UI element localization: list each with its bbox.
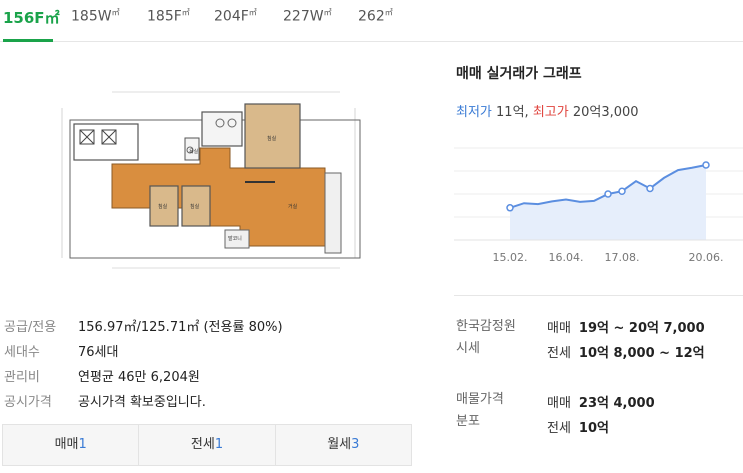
price-chart[interactable]: 15.02. 16.04. 17.08. 20.06. <box>454 140 743 270</box>
tab-size-185w[interactable]: 185W㎡ <box>71 7 120 25</box>
info-value: 156.97㎡/125.71㎡ (전용률 80%) <box>78 320 283 335</box>
room-label: 욕실 <box>189 148 199 155</box>
min-price-label: 최저가 <box>456 105 492 120</box>
size-tabs: 156F㎡ 185W㎡ 185F㎡ 204F㎡ 227W㎡ 262㎡ <box>0 0 743 42</box>
room-bathroom <box>201 111 243 147</box>
chart-point[interactable] <box>506 204 514 212</box>
listing-sale-price: 매매 23억 4,000 <box>547 396 655 411</box>
info-value: 76세대 <box>78 345 119 360</box>
info-label: 공급/전용 <box>4 320 57 335</box>
room-label: 침실 <box>158 203 168 210</box>
price-separator: , <box>524 105 529 120</box>
info-value: 공시가격 확보중입니다. <box>78 395 206 410</box>
chart-point[interactable] <box>646 184 654 193</box>
max-price-label: 최고가 <box>532 105 569 120</box>
room-label: 침실 <box>190 203 200 210</box>
section-divider <box>454 295 743 296</box>
min-price-value: 11억 <box>496 105 525 120</box>
chart-area <box>510 165 706 240</box>
chart-title: 매매 실거래가 그래프 <box>456 66 582 82</box>
tab-size-156f[interactable]: 156F㎡ <box>3 7 60 28</box>
kab-price-label: 한국감정원 시세 <box>456 319 516 356</box>
chart-point[interactable] <box>604 190 612 198</box>
elevator-block <box>73 123 139 161</box>
deal-type-tabs: 매매1 전세1 월세3 <box>2 424 412 466</box>
info-row-households: 세대수 76세대 <box>4 341 118 360</box>
chart-point[interactable] <box>702 161 710 169</box>
tab-size-204f[interactable]: 204F㎡ <box>214 7 257 25</box>
kab-sale-price: 매매 19억 ~ 20억 7,000 <box>547 321 705 336</box>
info-row-public-price: 공시가격 공시가격 확보중입니다. <box>4 391 206 410</box>
chart-point[interactable] <box>618 187 626 195</box>
info-value: 연평균 46만 6,204원 <box>78 370 200 385</box>
chart-tick-label: 16.04. <box>549 251 584 264</box>
listing-lease-price: 전세 10억 <box>547 421 609 436</box>
balcony <box>324 172 342 254</box>
tab-size-185f[interactable]: 185F㎡ <box>147 7 190 25</box>
room-label: 거실 <box>288 203 298 210</box>
tab-sale[interactable]: 매매1 <box>3 425 140 465</box>
info-label: 관리비 <box>4 370 40 385</box>
info-row-area: 공급/전용 156.97㎡/125.71㎡ (전용률 80%) <box>4 316 283 335</box>
active-tab-indicator <box>3 39 53 42</box>
tab-jeonse[interactable]: 전세1 <box>139 425 276 465</box>
chart-tick-label: 15.02. <box>493 251 528 264</box>
chart-tick-label: 17.08. <box>605 251 640 264</box>
price-range: 최저가 11억, 최고가 20억3,000 <box>456 101 639 120</box>
tab-monthly-rent[interactable]: 월세3 <box>276 425 411 465</box>
room-label: 침실 <box>267 135 277 142</box>
info-row-maintenance: 관리비 연평균 46만 6,204원 <box>4 366 200 385</box>
info-label: 공시가격 <box>4 395 52 410</box>
room-label: 발코니 <box>228 235 242 242</box>
listing-price-label: 매물가격 분포 <box>456 392 504 429</box>
info-label: 세대수 <box>4 345 40 360</box>
tab-size-227w[interactable]: 227W㎡ <box>283 7 332 25</box>
kab-lease-price: 전세 10억 8,000 ~ 12억 <box>547 346 705 361</box>
floorplan-image: 침실 침실 침실 거실 욕실 발코니 <box>61 91 361 269</box>
max-price-value: 20억3,000 <box>572 105 639 120</box>
tab-size-262[interactable]: 262㎡ <box>358 7 393 25</box>
chart-tick-label: 20.06. <box>689 251 724 264</box>
